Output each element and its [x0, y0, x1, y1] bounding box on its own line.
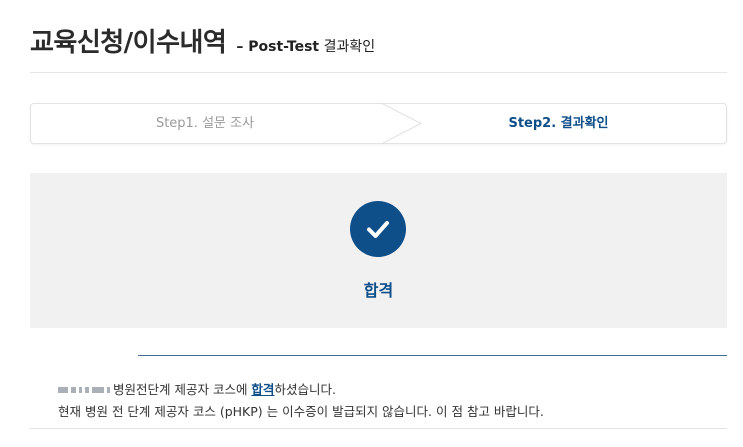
- page-subtitle: – Post-Test 결과확인: [236, 36, 375, 56]
- step-1-survey[interactable]: Step1. 설문 조사: [31, 104, 379, 143]
- page-header: 교육신청/이수내역 – Post-Test 결과확인: [30, 22, 375, 62]
- check-icon: [350, 201, 406, 257]
- step-progress-bar: Step1. 설문 조사 Step2. 결과확인: [30, 103, 727, 144]
- redacted-user-name: [58, 387, 110, 393]
- footer-divider: [30, 428, 727, 429]
- step-2-result[interactable]: Step2. 결과확인: [391, 104, 726, 143]
- pass-link[interactable]: 합격: [251, 379, 274, 401]
- page-subtitle-prefix: – Post-Test: [236, 39, 320, 55]
- page-title: 교육신청/이수내역: [30, 28, 227, 58]
- message-text-after: 하셨습니다.: [274, 382, 336, 397]
- message-line-2: 현재 병원 전 단계 제공자 코스 (pHKP) 는 이수증이 발급되지 않습니…: [58, 404, 544, 419]
- info-divider: [138, 355, 727, 356]
- message-line-1: 병원전단계 제공자 코스에 합격 하셨습니다.: [58, 379, 727, 401]
- header-divider: [30, 72, 727, 73]
- check-mark-glyph: [367, 221, 389, 238]
- result-message: 병원전단계 제공자 코스에 합격 하셨습니다. 현재 병원 전 단계 제공자 코…: [58, 379, 727, 423]
- page-subtitle-suffix: 결과확인: [323, 39, 376, 55]
- message-text-before: 병원전단계 제공자 코스에: [113, 382, 252, 397]
- result-panel: 합격: [30, 173, 727, 328]
- result-status-label: 합격: [363, 281, 394, 300]
